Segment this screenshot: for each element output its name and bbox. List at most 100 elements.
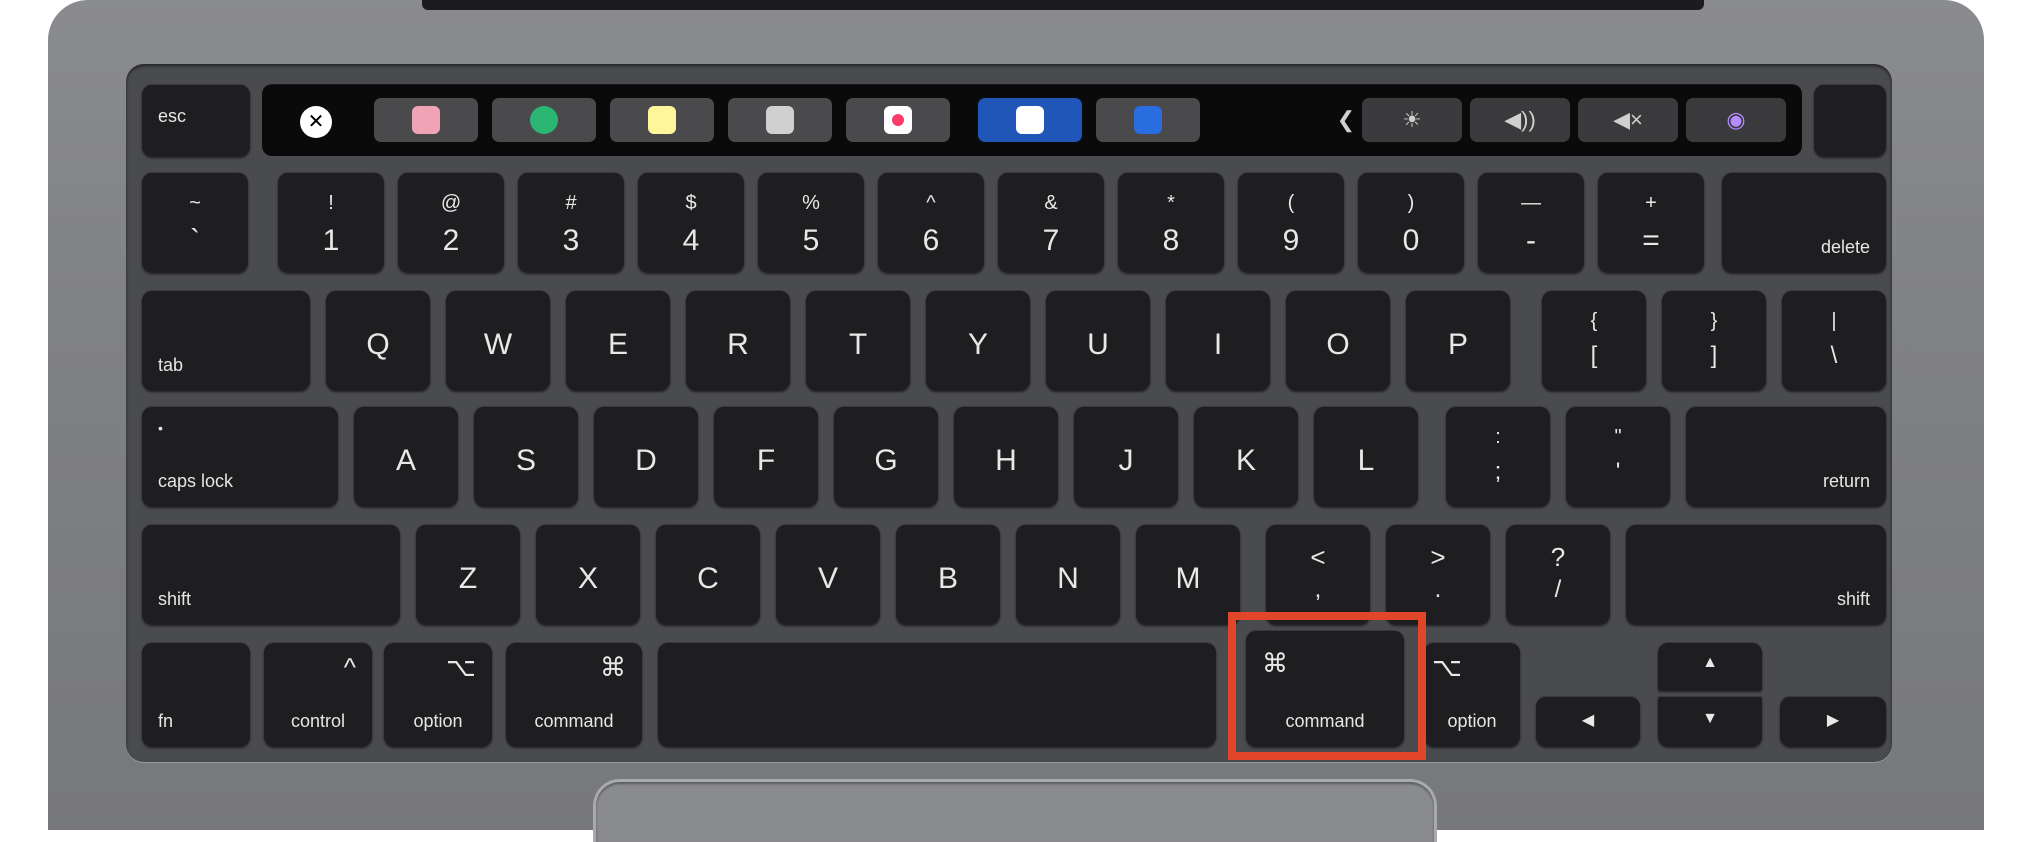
touch-bar-app-calendar[interactable] — [374, 98, 478, 142]
number-row-key[interactable]: (9 — [1238, 172, 1344, 272]
letter-key[interactable]: R — [686, 290, 790, 390]
quote-key[interactable]: " ' — [1566, 406, 1670, 506]
option-left-key[interactable]: ⌥ option — [384, 642, 492, 746]
arrow-up-key[interactable]: ▲ — [1658, 642, 1762, 690]
number-row-key[interactable]: — - — [1478, 172, 1584, 272]
letter-key[interactable]: W — [446, 290, 550, 390]
number-row-key[interactable]: ~ ` — [142, 172, 248, 272]
option-left-label: option — [413, 711, 463, 731]
number-row-key-bottom: - — [1526, 224, 1536, 257]
touch-bar-mute[interactable]: ◀× — [1578, 98, 1678, 142]
arrow-down-key[interactable]: ▼ — [1658, 696, 1762, 746]
letter-key[interactable]: X — [536, 524, 640, 624]
number-row-key[interactable]: $4 — [638, 172, 744, 272]
letter-key[interactable]: E — [566, 290, 670, 390]
trackpad[interactable] — [596, 782, 1434, 842]
backslash-top: | — [1831, 310, 1837, 332]
letter-key[interactable]: M — [1136, 524, 1240, 624]
shift-left-key[interactable]: shift — [142, 524, 400, 624]
number-row-key-bottom: 8 — [1162, 224, 1180, 257]
letter-key[interactable]: P — [1406, 290, 1510, 390]
arrow-left-key[interactable]: ◀ — [1536, 696, 1640, 746]
chevron-left-icon: ❮ — [1336, 107, 1356, 132]
bracket-left-key[interactable]: { [ — [1542, 290, 1646, 390]
letter-key[interactable]: K — [1194, 406, 1298, 506]
quote-top: " — [1614, 426, 1622, 448]
caps-lock-label: caps lock — [158, 471, 234, 491]
number-row-key[interactable]: #3 — [518, 172, 624, 272]
letter-key[interactable]: H — [954, 406, 1058, 506]
letter-key[interactable]: N — [1016, 524, 1120, 624]
letter-key[interactable]: Z — [416, 524, 520, 624]
letter-key[interactable]: V — [776, 524, 880, 624]
letter-key-label: G — [874, 444, 898, 477]
spacebar-key[interactable] — [658, 642, 1216, 746]
bracket-left-top: { — [1590, 310, 1598, 332]
tab-key[interactable]: tab — [142, 290, 310, 390]
number-row-key[interactable]: * 8 — [1118, 172, 1224, 272]
number-row-key[interactable]: @2 — [398, 172, 504, 272]
letter-key[interactable]: J — [1074, 406, 1178, 506]
esc-key[interactable]: esc — [142, 84, 250, 156]
touch-id-key[interactable] — [1814, 84, 1886, 156]
letter-key[interactable]: Y — [926, 290, 1030, 390]
delete-key-label: delete — [1820, 237, 1870, 257]
letter-key[interactable]: I — [1166, 290, 1270, 390]
touch-bar-siri[interactable]: ◉ — [1686, 98, 1786, 142]
bracket-right-key[interactable]: } ] — [1662, 290, 1766, 390]
letter-key[interactable]: U — [1046, 290, 1150, 390]
maps-app-icon — [530, 106, 558, 134]
semicolon-key[interactable]: : ; — [1446, 406, 1550, 506]
control-key[interactable]: ^ control — [264, 642, 372, 746]
letter-key[interactable]: G — [834, 406, 938, 506]
letter-key[interactable]: F — [714, 406, 818, 506]
letter-key[interactable]: A — [354, 406, 458, 506]
backslash-bottom: \ — [1830, 342, 1838, 369]
letter-key[interactable]: O — [1286, 290, 1390, 390]
slash-key[interactable]: ? / — [1506, 524, 1610, 624]
bracket-right-top: } — [1710, 310, 1718, 332]
shift-right-key[interactable]: shift — [1626, 524, 1886, 624]
touch-bar-app-keynote[interactable] — [978, 98, 1082, 142]
number-row-key[interactable]: ) 0 — [1358, 172, 1464, 272]
number-row-key[interactable]: + = — [1598, 172, 1704, 272]
touch-bar-app-notes[interactable] — [610, 98, 714, 142]
option-right-key[interactable]: ⌥ option — [1424, 642, 1520, 746]
touch-bar-app-maps[interactable] — [492, 98, 596, 142]
letter-key[interactable]: L — [1314, 406, 1418, 506]
number-row-key[interactable]: & 7 — [998, 172, 1104, 272]
letter-key[interactable]: C — [656, 524, 760, 624]
comma-key[interactable]: < , — [1266, 524, 1370, 624]
letter-key[interactable]: S — [474, 406, 578, 506]
touch-bar-brightness[interactable]: ☀ — [1362, 98, 1462, 142]
delete-key[interactable]: delete — [1722, 172, 1886, 272]
caps-lock-key[interactable]: • caps lock — [142, 406, 338, 506]
touch-bar-app-photos[interactable] — [846, 98, 950, 142]
number-row-key-bottom: 9 — [1282, 224, 1300, 257]
fn-key[interactable]: fn — [142, 642, 250, 746]
shift-right-label: shift — [1836, 589, 1870, 609]
screen-app-icon — [1134, 106, 1162, 134]
touch-bar[interactable]: ✕ ❮ ☀ ◀)) ◀× ◉ — [262, 84, 1802, 156]
touch-bar-app-preview[interactable] — [728, 98, 832, 142]
preview-app-icon — [766, 106, 794, 134]
letter-key[interactable]: Q — [326, 290, 430, 390]
touch-bar-app-screen[interactable] — [1096, 98, 1200, 142]
number-row-key-bottom: ` — [190, 224, 200, 257]
letter-key[interactable]: T — [806, 290, 910, 390]
arrow-right-key[interactable]: ▶ — [1780, 696, 1886, 746]
return-key[interactable]: return — [1686, 406, 1886, 506]
number-row-key-top: $ — [685, 192, 697, 214]
period-key[interactable]: > . — [1386, 524, 1490, 624]
number-row-key[interactable]: ^ 6 — [878, 172, 984, 272]
letter-key[interactable]: D — [594, 406, 698, 506]
command-left-key[interactable]: ⌘ command — [506, 642, 642, 746]
comma-bottom: , — [1314, 576, 1322, 603]
touch-bar-volume[interactable]: ◀)) — [1470, 98, 1570, 142]
number-row-key[interactable]: ! 1 — [278, 172, 384, 272]
letter-key[interactable]: B — [896, 524, 1000, 624]
letter-key-label: C — [697, 562, 719, 595]
number-row-key[interactable]: % 5 — [758, 172, 864, 272]
touch-bar-collapse[interactable]: ❮ — [1326, 98, 1366, 142]
backslash-key[interactable]: | \ — [1782, 290, 1886, 390]
